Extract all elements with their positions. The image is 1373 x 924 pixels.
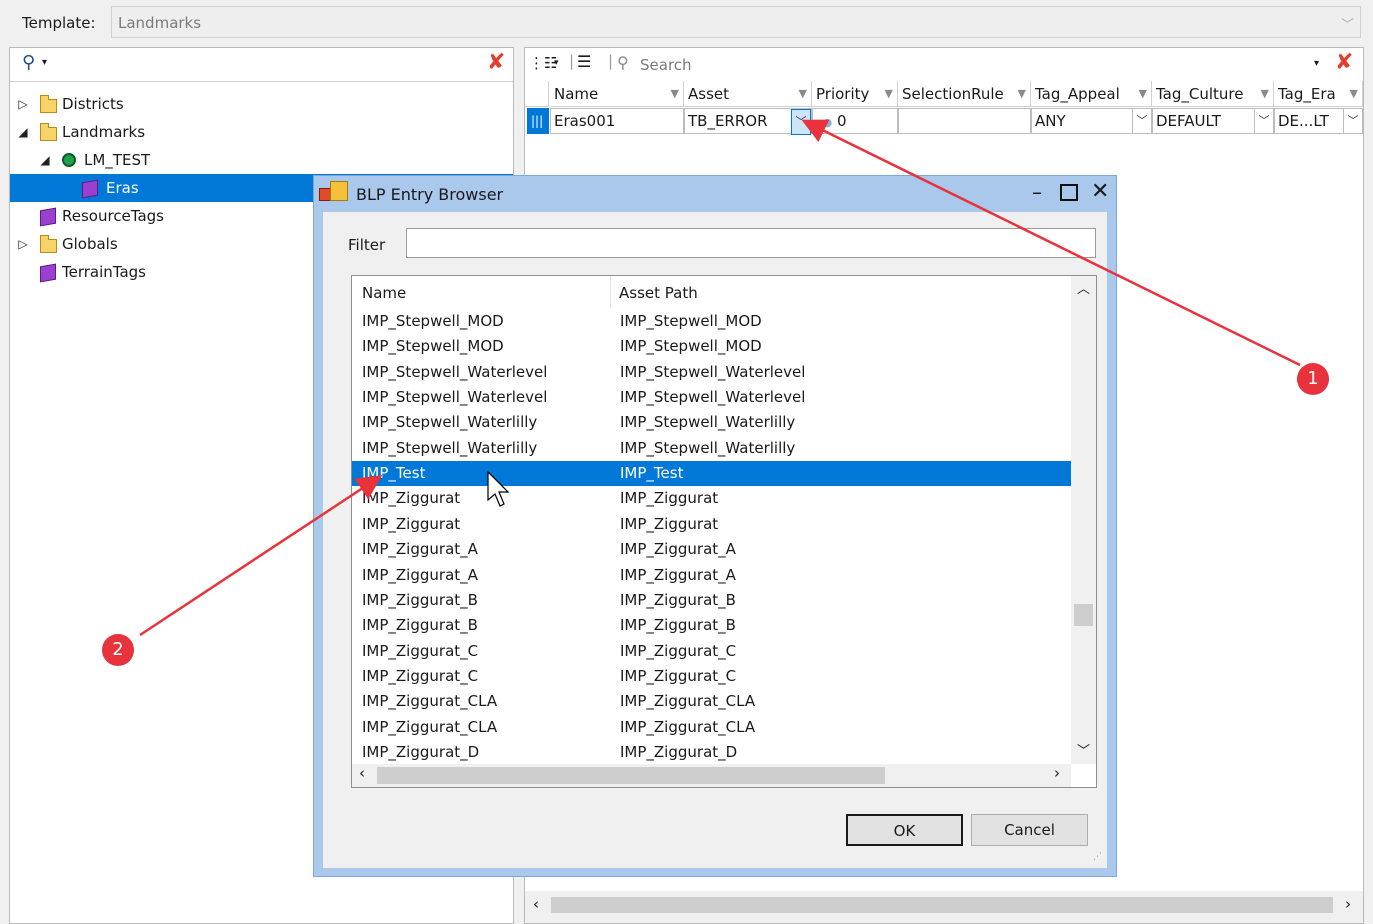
annotation-badge-1: 1 [1297, 363, 1329, 395]
annotation-badge-2: 2 [102, 634, 134, 666]
annotation-overlay [139, 119, 1301, 637]
mouse-cursor-icon [487, 470, 510, 507]
annotation-arrow-2 [139, 475, 383, 637]
annotation-arrow-1 [801, 119, 1301, 367]
